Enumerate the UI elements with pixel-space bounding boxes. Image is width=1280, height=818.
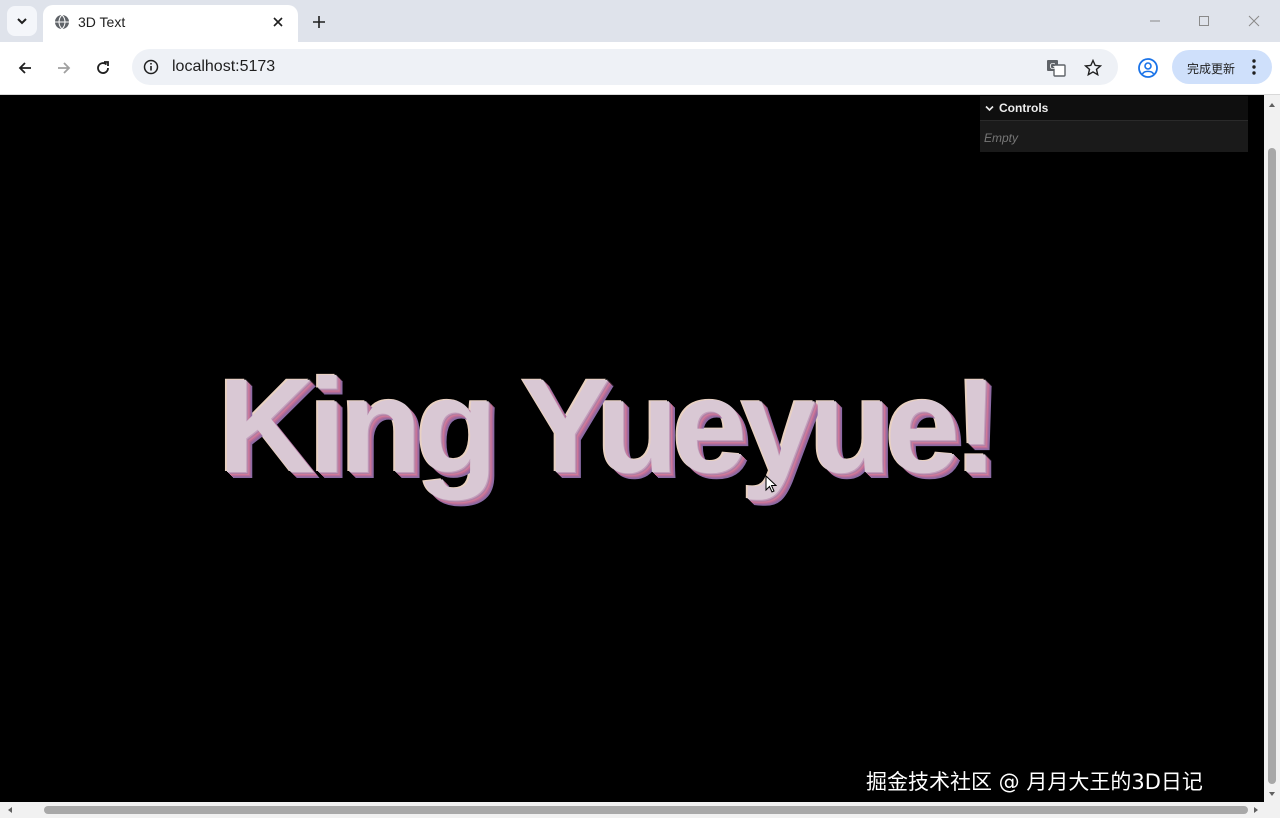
address-bar[interactable]: localhost:5173 G <box>132 49 1118 85</box>
profile-icon <box>1138 58 1158 78</box>
scroll-left-icon[interactable] <box>6 806 14 814</box>
chevron-down-icon <box>17 18 27 25</box>
profile-button[interactable] <box>1137 57 1159 79</box>
horizontal-scroll-thumb[interactable] <box>44 806 1248 814</box>
bookmark-button[interactable] <box>1083 58 1103 78</box>
controls-panel-header[interactable]: Controls <box>980 96 1248 121</box>
minimize-button[interactable] <box>1146 12 1164 30</box>
vertical-scrollbar[interactable] <box>1264 95 1280 803</box>
mouse-cursor-icon <box>765 475 777 493</box>
scroll-up-icon[interactable] <box>1268 101 1276 109</box>
minimize-icon <box>1150 20 1160 22</box>
tab-search-button[interactable] <box>7 6 37 36</box>
tab-close-button[interactable] <box>269 13 287 31</box>
info-icon[interactable] <box>143 59 159 75</box>
maximize-button[interactable] <box>1195 12 1213 30</box>
reload-button[interactable] <box>90 55 116 81</box>
horizontal-scrollbar[interactable] <box>0 802 1280 818</box>
translate-button[interactable]: G <box>1046 58 1066 78</box>
globe-icon <box>55 14 69 30</box>
active-tab[interactable]: 3D Text <box>43 5 298 42</box>
webgl-canvas[interactable]: King Yueyue! Controls Empty <box>0 95 1264 787</box>
more-vert-icon[interactable] <box>1250 58 1258 76</box>
svg-text:G: G <box>1050 62 1056 71</box>
controls-panel-title: Controls <box>999 101 1049 115</box>
reload-icon <box>97 61 109 74</box>
star-icon <box>1084 59 1102 77</box>
tab-strip: 3D Text <box>0 0 1280 42</box>
arrow-left-icon <box>18 62 31 74</box>
watermark: 掘金技术社区 @ 月月大王的3D日记 <box>866 770 1203 794</box>
window-close-button[interactable] <box>1245 12 1263 30</box>
chevron-down-icon <box>985 105 994 112</box>
browser-toolbar: localhost:5173 G 完成更新 <box>0 42 1280 95</box>
vertical-scroll-thumb[interactable] <box>1268 148 1276 784</box>
scroll-down-icon[interactable] <box>1268 790 1276 798</box>
3d-text: King Yueyue! <box>218 352 998 501</box>
forward-button[interactable] <box>51 55 77 81</box>
back-button[interactable] <box>12 55 38 81</box>
close-icon <box>1248 15 1260 27</box>
plus-icon <box>313 16 325 28</box>
translate-icon: G <box>1047 60 1066 77</box>
new-tab-button[interactable] <box>306 9 332 35</box>
controls-panel: Controls Empty <box>980 96 1248 152</box>
tab-title: 3D Text <box>78 14 126 30</box>
controls-empty-label: Empty <box>984 131 1019 145</box>
update-button[interactable]: 完成更新 <box>1172 50 1272 84</box>
url-text[interactable]: localhost:5173 <box>172 58 275 76</box>
arrow-right-icon <box>58 62 71 74</box>
maximize-icon <box>1199 16 1209 26</box>
update-button-label: 完成更新 <box>1187 62 1236 76</box>
close-icon <box>273 17 283 27</box>
scroll-right-icon[interactable] <box>1252 806 1260 814</box>
